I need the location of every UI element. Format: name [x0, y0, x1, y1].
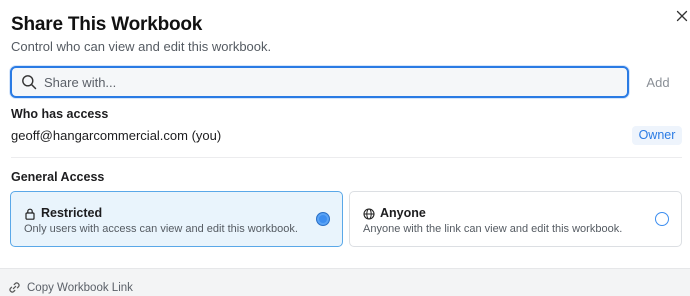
dialog-subtitle: Control who can view and edit this workb…: [11, 39, 272, 54]
dialog-title: Share This Workbook: [11, 14, 203, 35]
globe-icon: [363, 207, 375, 220]
member-email: geoff@hangarcommercial.com (you): [11, 128, 222, 143]
role-badge-owner[interactable]: Owner: [632, 126, 682, 145]
copy-workbook-link[interactable]: Copy Workbook Link: [27, 282, 133, 294]
add-button[interactable]: Add: [636, 66, 680, 98]
link-icon: [8, 281, 21, 294]
option-description: Only users with access can view and edit…: [24, 223, 298, 235]
option-label: Anyone: [380, 206, 426, 220]
share-with-input[interactable]: [44, 72, 614, 92]
who-has-access-heading: Who has access: [11, 107, 109, 121]
search-icon: [21, 74, 37, 90]
close-icon[interactable]: [673, 7, 690, 25]
option-label: Restricted: [41, 206, 103, 220]
divider: [11, 157, 682, 158]
access-option-restricted[interactable]: Restricted Only users with access can vi…: [10, 191, 343, 247]
share-search-box[interactable]: [10, 66, 629, 98]
general-access-heading: General Access: [11, 170, 105, 184]
dialog-footer: Copy Workbook Link: [0, 268, 690, 296]
radio-selected[interactable]: [316, 212, 330, 226]
access-option-anyone[interactable]: Anyone Anyone with the link can view and…: [349, 191, 682, 247]
radio-unselected[interactable]: [655, 212, 669, 226]
option-description: Anyone with the link can view and edit t…: [363, 223, 623, 235]
lock-icon: [24, 207, 36, 220]
